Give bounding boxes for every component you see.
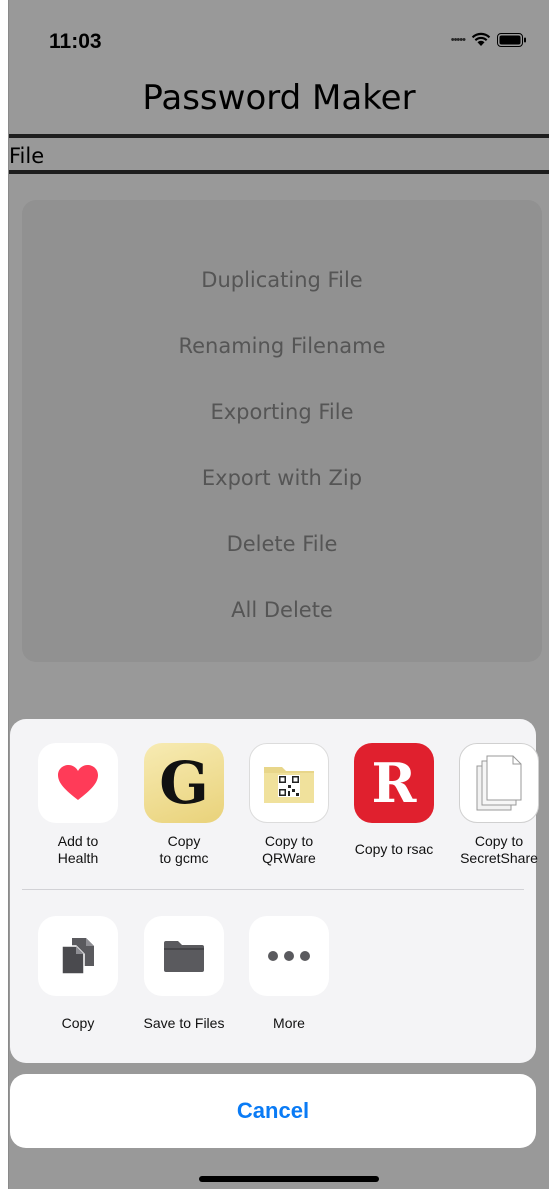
folder-icon xyxy=(144,916,224,996)
share-app-label: Add to Health xyxy=(57,833,99,866)
share-action-copy[interactable]: Copy xyxy=(28,916,128,1031)
cancel-button[interactable]: Cancel xyxy=(10,1074,536,1148)
share-app-add-to-health[interactable]: Add to Health xyxy=(28,743,128,867)
rsac-r-icon: R xyxy=(354,743,434,823)
share-app-copy-to-rsac[interactable]: R Copy to rsac xyxy=(344,743,444,858)
share-action-label: Save to Files xyxy=(143,1015,225,1031)
share-sheet-divider xyxy=(22,889,524,890)
share-sheet: Add to Health G Copy to gcmc Copy to QRW… xyxy=(10,719,539,1063)
share-action-label: More xyxy=(273,1015,305,1031)
secretshare-documents-icon xyxy=(459,743,539,823)
share-app-label: Copy to gcmc xyxy=(159,833,209,866)
qrware-folder-icon xyxy=(249,743,329,823)
share-action-more[interactable]: More xyxy=(239,916,339,1031)
share-app-copy-to-qrware[interactable]: Copy to QRWare xyxy=(239,743,339,867)
heart-icon xyxy=(38,743,118,823)
share-app-copy-to-gcmc[interactable]: G Copy to gcmc xyxy=(134,743,234,867)
gcmc-g-icon: G xyxy=(144,743,224,823)
share-app-copy-to-secretshare[interactable]: Copy to SecretShare xyxy=(449,743,549,867)
copy-icon xyxy=(38,916,118,996)
share-action-label: Copy xyxy=(61,1015,95,1031)
more-icon xyxy=(249,916,329,996)
share-app-label: Copy to SecretShare xyxy=(460,833,538,866)
share-action-save-to-files[interactable]: Save to Files xyxy=(134,916,234,1031)
share-app-label: Copy to rsac xyxy=(354,841,434,857)
share-app-label: Copy to QRWare xyxy=(262,833,316,866)
home-indicator[interactable] xyxy=(199,1176,379,1182)
